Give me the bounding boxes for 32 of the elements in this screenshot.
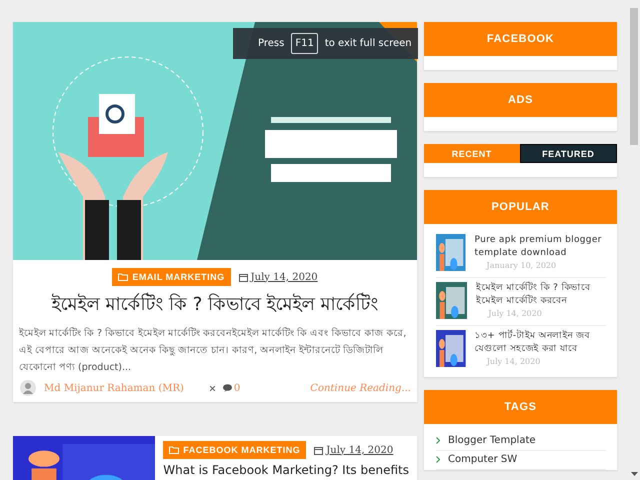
chevron-icon [436, 437, 440, 444]
post-title[interactable]: What is Facebook Marketing? Its benefits [163, 463, 409, 477]
scrollbar-thumb[interactable] [630, 8, 638, 145]
tag-link[interactable]: Blogger Template [436, 432, 606, 451]
calendar-icon [238, 272, 248, 282]
separator-icon [210, 386, 215, 390]
toast-text: Press [258, 38, 284, 49]
popular-post-date: January 10, 2020 [484, 261, 558, 270]
widget-title: FACEBOOK [424, 22, 617, 56]
widget-tab[interactable]: FEATURED [520, 144, 617, 163]
folder-icon [169, 446, 180, 454]
popular-post-link[interactable]: Pure apk premium blogger template download [474, 234, 606, 260]
popular-post-link[interactable]: ইমেইল মার্কেটিং কি ? কিভাবে ইমেইল মার্কেটিং করবেন [476, 282, 606, 308]
key-cap: F11 [291, 33, 318, 54]
post-date: July 14, 2020 [238, 272, 318, 282]
post-title[interactable]: ইমেইল মার্কেটিং কি ? কিভাবে ইমেইল মার্কেটিং [13, 290, 417, 321]
popular-post-date: July 14, 2020 [486, 309, 543, 318]
scroll-down-icon[interactable] [631, 472, 638, 476]
widget-title: POPULAR [424, 190, 617, 224]
comment-icon [222, 384, 232, 392]
chevron-icon [436, 456, 440, 463]
calendar-icon [314, 446, 324, 454]
widget-title: TAGS [424, 390, 617, 424]
popular-post-link[interactable]: ১৩+ পার্ট-টাইম অনলাইন জব যেগুলো সহজেই করা যাবে [474, 330, 606, 356]
post-date: July 14, 2020 [314, 444, 394, 456]
avatar-icon [20, 380, 36, 396]
popular-post-date: July 14, 2020 [485, 357, 542, 366]
post-excerpt: ইমেইল মার্কেটিং কি ? কিভাবে ইমেইল মার্কেটিং করবেনইমেইল মার্কেটিং কি এবং কিভাবে কাজ করে, এই বেপারে আজ অনেকেই অনেক কিছু জানতে চান। কারণ, অনলাইন ইন্টারনেটে ডিজিটালি যেকোনো পণ্য (product)... [19, 326, 408, 375]
tag-link[interactable]: Computer SW [436, 451, 606, 470]
widget-title: ADS [424, 83, 617, 117]
folder-icon [118, 273, 128, 281]
toast-text: to exit full screen [324, 38, 412, 49]
